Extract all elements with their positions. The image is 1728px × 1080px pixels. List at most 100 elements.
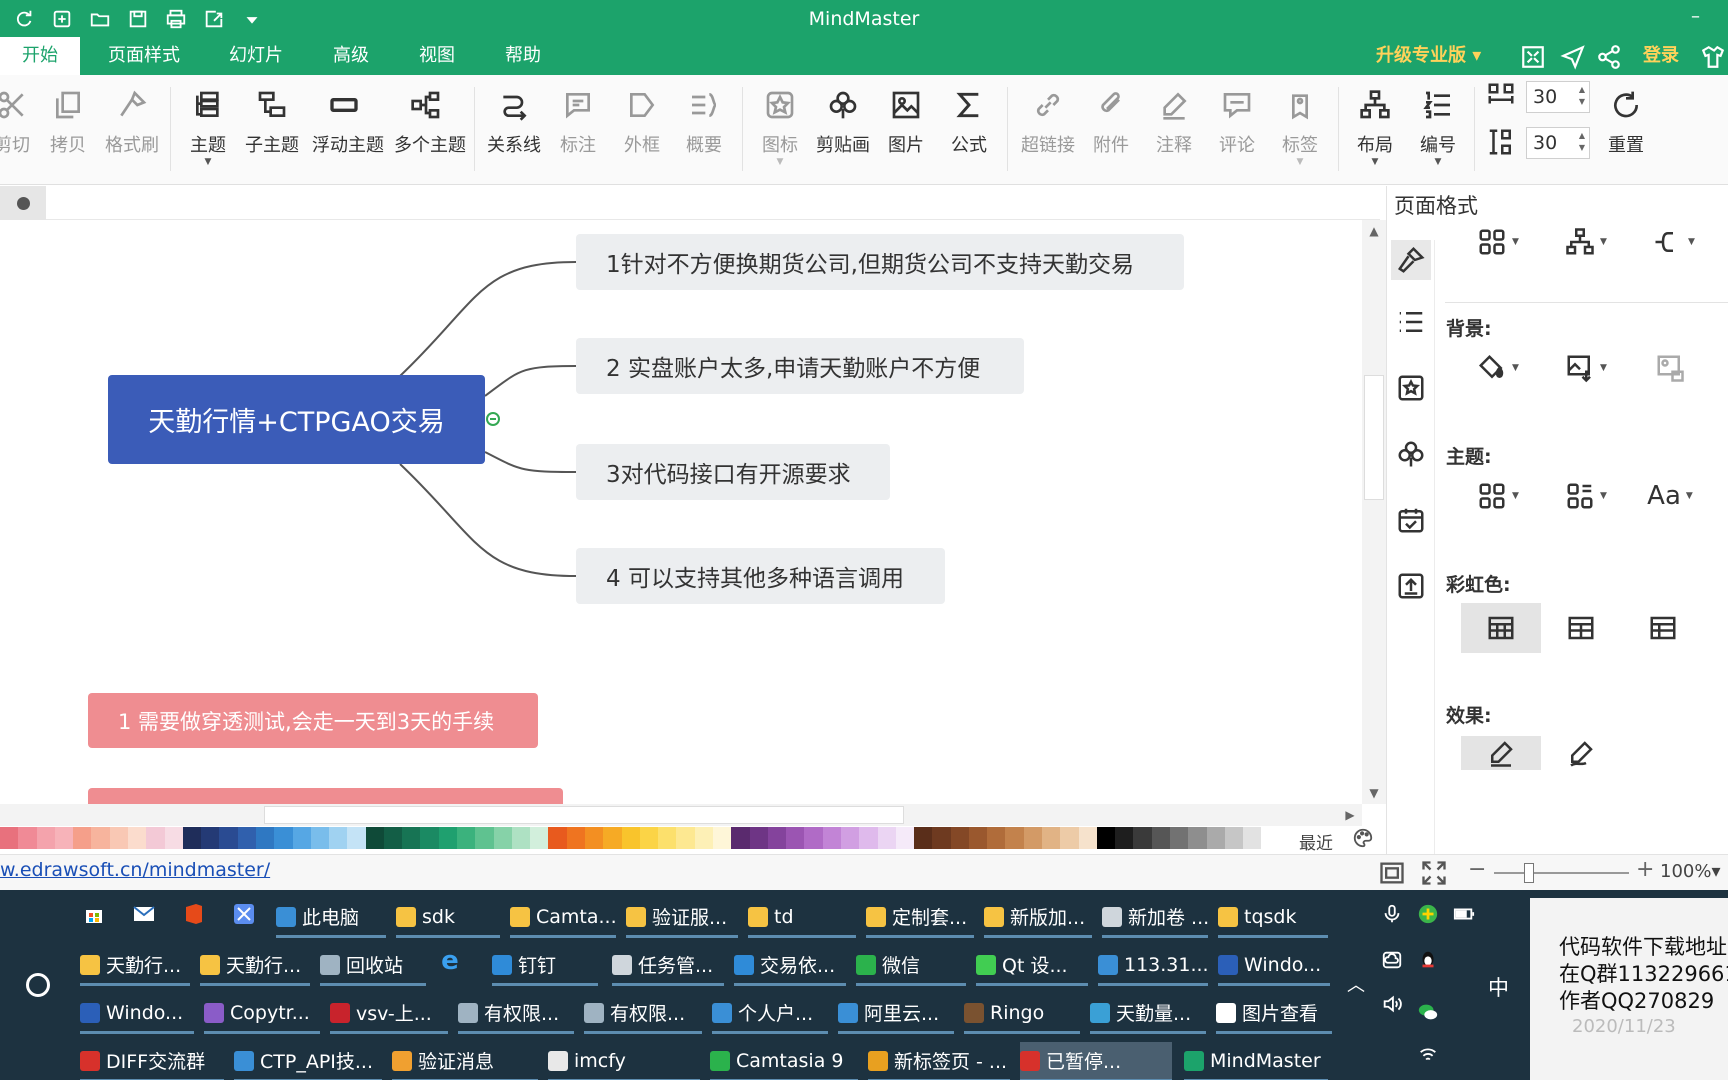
- taskbar-window-button[interactable]: 已暂停...: [1020, 1042, 1172, 1080]
- color-swatch[interactable]: [895, 827, 915, 849]
- taskbar-window-button[interactable]: 新加卷 ...: [1102, 898, 1208, 938]
- zoom-slider[interactable]: [1494, 872, 1629, 874]
- topic-button[interactable]: 主题 ▼: [176, 85, 240, 167]
- horizontal-scrollbar[interactable]: ▶: [0, 804, 1362, 826]
- color-swatch[interactable]: [182, 827, 202, 849]
- show-hidden-icons-icon[interactable]: ︿: [1342, 970, 1370, 998]
- zoom-in-button[interactable]: +: [1636, 857, 1654, 882]
- color-swatch[interactable]: [1206, 827, 1225, 849]
- subtopic-button[interactable]: 子主题: [240, 85, 304, 157]
- fit-page-icon[interactable]: [1378, 859, 1406, 887]
- branch-layout-dropdown[interactable]: ▼: [1555, 222, 1617, 262]
- color-swatch[interactable]: [585, 827, 604, 849]
- taskbar-window-button[interactable]: Copytr...: [204, 994, 320, 1034]
- color-swatch[interactable]: [694, 827, 713, 849]
- color-swatch[interactable]: [91, 827, 110, 849]
- color-swatch[interactable]: [402, 827, 421, 849]
- document-tab[interactable]: [0, 186, 46, 220]
- remove-background-icon[interactable]: [1639, 348, 1701, 388]
- color-swatch[interactable]: [201, 827, 220, 849]
- network-icon[interactable]: [1414, 1040, 1442, 1068]
- layout-button[interactable]: 布局 ▼: [1343, 85, 1407, 167]
- color-swatch[interactable]: [548, 827, 567, 849]
- color-swatch[interactable]: [292, 827, 311, 849]
- wechat-tray-icon[interactable]: [1414, 998, 1442, 1026]
- microphone-icon[interactable]: [1378, 900, 1406, 928]
- main-topic[interactable]: 4 可以支持其他多种语言调用: [576, 548, 945, 604]
- color-swatch[interactable]: [18, 827, 37, 849]
- color-swatch[interactable]: [1151, 827, 1170, 849]
- taskbar-window-button[interactable]: 此电脑: [276, 898, 386, 938]
- color-swatch[interactable]: [932, 827, 951, 849]
- picture-button[interactable]: 图片: [874, 85, 938, 157]
- numbering-button[interactable]: 编号 ▼: [1406, 85, 1470, 167]
- multiple-topics-button[interactable]: 多个主题: [394, 85, 466, 157]
- tab-home[interactable]: 开始: [0, 37, 80, 75]
- taskbar-window-button[interactable]: 113.31...: [1098, 946, 1208, 986]
- export-tab-icon[interactable]: [1391, 566, 1431, 606]
- edge-icon[interactable]: e: [436, 946, 464, 976]
- color-swatch[interactable]: [712, 827, 732, 849]
- tab-page-style[interactable]: 页面样式: [86, 37, 202, 75]
- tag-button[interactable]: 标签 ▼: [1268, 85, 1332, 167]
- taskbar-window-button[interactable]: 天勤量...: [1090, 994, 1206, 1034]
- color-swatch[interactable]: [1060, 827, 1079, 849]
- color-swatch[interactable]: [639, 827, 659, 849]
- color-swatch[interactable]: [804, 827, 823, 849]
- central-topic[interactable]: 天勤行情+CTPGAO交易: [108, 375, 485, 464]
- scroll-down-icon[interactable]: ▼: [1362, 782, 1386, 804]
- color-swatch[interactable]: [493, 827, 512, 849]
- login-button[interactable]: 登录: [1643, 37, 1679, 75]
- summary-button[interactable]: 概要: [672, 85, 736, 157]
- attachment-button[interactable]: 附件: [1079, 85, 1143, 157]
- taskbar-window-button[interactable]: 定制套...: [866, 898, 974, 938]
- theme-font-dropdown[interactable]: Aa ▼: [1639, 476, 1701, 516]
- relationship-button[interactable]: 关系线: [482, 85, 546, 157]
- taskbar-window-button[interactable]: 有权限...: [584, 994, 702, 1034]
- taskbar-window-button[interactable]: Windo...: [80, 994, 194, 1034]
- taskbar-window-button[interactable]: MindMaster: [1184, 1042, 1328, 1080]
- color-swatch[interactable]: [54, 827, 74, 849]
- taskbar-window-button[interactable]: 有权限...: [458, 994, 574, 1034]
- color-swatch[interactable]: [530, 827, 549, 849]
- taskbar-window-button[interactable]: 图片查看: [1216, 994, 1332, 1034]
- main-topic[interactable]: 3对代码接口有开源要求: [576, 444, 890, 500]
- taskbar-window-button[interactable]: vsv-上...: [330, 994, 448, 1034]
- color-swatch[interactable]: [1261, 827, 1280, 849]
- upgrade-pro-button[interactable]: 升级专业版 ▾: [1376, 37, 1481, 75]
- scroll-right-icon[interactable]: ▶: [1338, 804, 1362, 826]
- store-icon[interactable]: [80, 900, 108, 928]
- volume-icon[interactable]: [1378, 990, 1406, 1018]
- taskbar-window-button[interactable]: DIFF交流群: [80, 1042, 224, 1080]
- office-icon[interactable]: [180, 900, 208, 928]
- effect-option-1[interactable]: [1461, 736, 1541, 770]
- qq-icon[interactable]: [1414, 946, 1442, 974]
- ime-indicator[interactable]: 中: [1488, 972, 1509, 1002]
- color-swatch[interactable]: [786, 827, 805, 849]
- color-swatch[interactable]: [676, 827, 695, 849]
- color-swatch[interactable]: [914, 827, 933, 849]
- boundary-button[interactable]: 外框: [610, 85, 674, 157]
- color-swatch[interactable]: [1170, 827, 1189, 849]
- shirt-icon[interactable]: [1700, 44, 1726, 70]
- formula-button[interactable]: 公式: [937, 85, 1001, 157]
- color-swatch[interactable]: [1042, 827, 1061, 849]
- color-swatch[interactable]: [219, 827, 238, 849]
- taskbar-window-button[interactable]: CTP_API技...: [234, 1042, 382, 1080]
- color-swatch[interactable]: [1243, 827, 1262, 849]
- floating-topic[interactable]: [88, 788, 563, 804]
- color-swatch[interactable]: [968, 827, 988, 849]
- color-wheel-icon[interactable]: [1352, 827, 1374, 849]
- taskbar-window-button[interactable]: 回收站: [320, 946, 426, 986]
- floating-topic-button[interactable]: 浮动主题: [312, 85, 384, 157]
- color-swatch[interactable]: [603, 827, 622, 849]
- effect-option-2[interactable]: [1541, 736, 1621, 770]
- task-tab-icon[interactable]: [1391, 500, 1431, 540]
- zoom-out-button[interactable]: −: [1468, 857, 1486, 882]
- color-swatch[interactable]: [822, 827, 841, 849]
- comment-button[interactable]: 评论: [1205, 85, 1269, 157]
- rainbow-option-3[interactable]: [1623, 603, 1703, 653]
- fullscreen-icon[interactable]: [1520, 44, 1546, 70]
- color-swatch[interactable]: [1224, 827, 1244, 849]
- color-swatch[interactable]: [621, 827, 640, 849]
